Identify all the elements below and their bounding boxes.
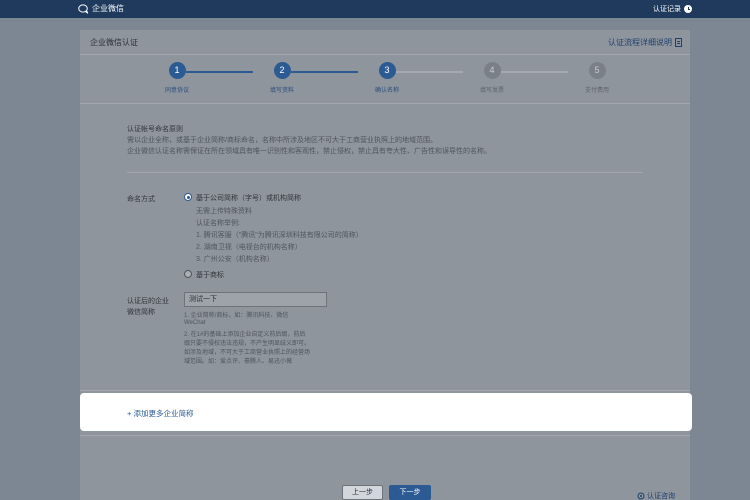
- top-bar: 企业微信 认证记录: [0, 0, 750, 18]
- consult-link[interactable]: 认证咨询: [637, 491, 675, 500]
- section-divider: [80, 435, 690, 436]
- option-trademark[interactable]: 基于商标: [196, 270, 224, 280]
- example-item: 1. 腾讯客服（"腾讯"为腾讯深圳科技有限公司的简称）: [196, 232, 363, 239]
- clock-icon: [684, 5, 692, 13]
- example-item: 2. 湖南卫视（电视台的机构名称）: [196, 244, 302, 251]
- rules-text: 需以企业全称，或基于企业简称/商标命名，名称中所涉及地区不可大于工商营业执照上的…: [127, 137, 437, 144]
- step-5: 5 支付费用: [567, 62, 627, 94]
- app-logo[interactable]: 企业微信: [78, 3, 124, 14]
- option-note: 无需上传特殊资料: [196, 208, 252, 215]
- progress-steps: 1 同意协议 2 填写资料 3 确认名称 4 填写发票 5 支付费用: [80, 60, 690, 100]
- prev-step-button[interactable]: 上一步: [342, 485, 383, 500]
- auth-record-link[interactable]: 认证记录: [653, 4, 692, 14]
- step-number: 1: [168, 62, 186, 79]
- rules-text: 企业微信认证名称需保证在所在领域具有唯一识别性和客观性，禁止侵权，禁止具有夸大性…: [127, 148, 491, 155]
- section-divider: [80, 390, 690, 391]
- short-name-input[interactable]: 测试一下: [184, 292, 327, 307]
- name-field-label: 认证后的企业: [127, 298, 169, 305]
- naming-method-label: 命名方式: [127, 196, 155, 203]
- step-number: 5: [588, 62, 606, 79]
- step-label: 支付费用: [584, 88, 609, 94]
- flow-guide-link[interactable]: 认证流程详细说明: [608, 37, 682, 48]
- examples-title: 认证名称举例:: [196, 220, 240, 227]
- step-1: 1 同意协议: [147, 62, 207, 94]
- name-hint: WeChat: [184, 320, 206, 326]
- radio-trademark[interactable]: [184, 270, 192, 278]
- consult-label: 认证咨询: [647, 493, 675, 500]
- name-field-label: 微信简称: [127, 309, 155, 316]
- header-divider: [80, 54, 690, 55]
- option-company-abbr[interactable]: 基于公司简称（字号）或机构简称: [196, 193, 301, 203]
- step-label: 同意协议: [164, 88, 189, 94]
- chat-bubble-icon: [78, 3, 89, 14]
- next-step-button[interactable]: 下一步: [389, 485, 431, 500]
- logo-text: 企业微信: [92, 4, 124, 13]
- name-hint: 2. 在1#的基础上添加企业自定义前后缀，前后: [184, 332, 306, 338]
- name-hint: 域范围。如：爱点评、豪腾人、易迅小薇: [184, 359, 293, 365]
- auth-record-label: 认证记录: [653, 6, 681, 13]
- name-hint: 1. 企业简称/商标，如：腾讯科技、微信: [184, 313, 289, 319]
- page-title: 企业微信认证: [90, 38, 138, 47]
- step-label: 填写发票: [479, 88, 504, 94]
- add-more-names-link[interactable]: + 添加更多企业简称: [127, 408, 193, 419]
- steps-divider: [80, 103, 690, 104]
- example-item: 3. 广州公安（机构名称）: [196, 256, 274, 263]
- document-icon: [675, 38, 682, 47]
- section-divider: [127, 172, 643, 173]
- name-hint: 缀只要不侵权违法违规，不产生明显歧义即可。: [184, 341, 311, 347]
- flow-guide-label: 认证流程详细说明: [608, 38, 672, 47]
- add-more-card: + 添加更多企业简称: [80, 393, 692, 431]
- step-4: 4 填写发票: [462, 62, 522, 94]
- headset-icon: [637, 492, 645, 500]
- step-number: 2: [273, 62, 291, 79]
- name-hint: 如涉及地域，不可大于工商营业执照上的经营场: [184, 350, 311, 356]
- panel-header: 企业微信认证 认证流程详细说明: [80, 30, 690, 54]
- step-label: 填写资料: [269, 88, 294, 94]
- radio-company-abbr[interactable]: [184, 193, 192, 201]
- rules-title: 认证帐号命名原则: [127, 126, 183, 133]
- step-3: 3 确认名称: [357, 62, 417, 94]
- step-2: 2 填写资料: [252, 62, 312, 94]
- step-number: 4: [483, 62, 501, 79]
- step-number: 3: [378, 62, 396, 79]
- step-label: 确认名称: [374, 88, 399, 94]
